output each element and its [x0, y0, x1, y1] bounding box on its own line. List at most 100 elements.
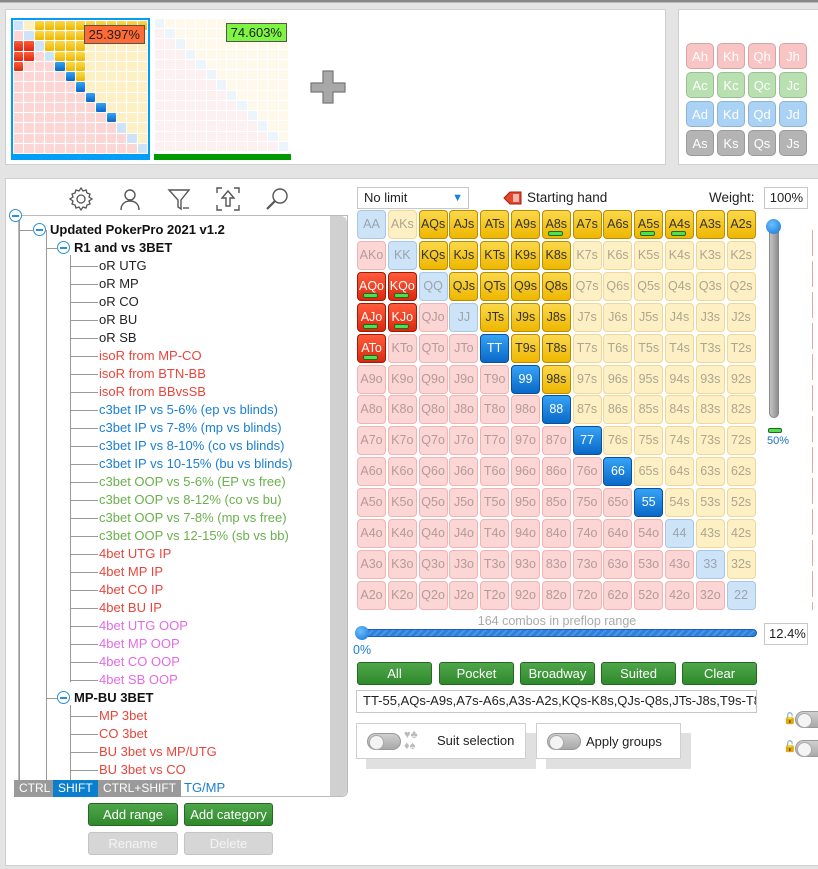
hand-cell-82s[interactable]: 82s [726, 395, 756, 425]
tree-item[interactable]: 4bet BU IP [99, 599, 162, 617]
tree-item[interactable]: c3bet IP vs 8-10% (co vs blinds) [99, 437, 284, 455]
card-button-Kh[interactable]: Kh [717, 43, 745, 69]
hand-cell-64o[interactable]: 64o [603, 519, 633, 548]
hand-cell-A4s[interactable]: A4s [665, 210, 694, 239]
hand-cell-QTs[interactable]: QTs [480, 271, 510, 301]
hand-cell-J6o[interactable]: J6o [449, 457, 479, 487]
card-button-Ah[interactable]: Ah [686, 43, 714, 69]
hand-cell-A8s[interactable]: A8s [541, 210, 571, 239]
hand-cell-K9o[interactable]: K9o [387, 364, 417, 394]
hand-cell-63s[interactable]: 63s [695, 457, 725, 487]
hand-cell-22[interactable]: 22 [726, 580, 756, 610]
hand-cell-76s[interactable]: 76s [603, 426, 633, 456]
hand-cell-J9s[interactable]: J9s [511, 302, 540, 332]
tree-item[interactable]: oR UTG [99, 257, 147, 275]
card-button-Kc[interactable]: Kc [717, 72, 745, 98]
hand-cell-K3s[interactable]: K3s [695, 240, 725, 270]
hand-cell-QJo[interactable]: QJo [418, 302, 448, 332]
hand-cell-J3o[interactable]: J3o [449, 549, 479, 579]
hand-cell-Q7o[interactable]: Q7o [418, 426, 448, 456]
hand-cell-96o[interactable]: 96o [511, 457, 540, 487]
hand-cell-87s[interactable]: 87s [572, 395, 602, 425]
hand-cell-Q3o[interactable]: Q3o [418, 549, 448, 579]
hand-cell-99[interactable]: 99 [511, 364, 540, 394]
hand-cell-J2o[interactable]: J2o [449, 580, 479, 610]
tree-root[interactable]: Updated PokerPro 2021 v1.2 [50, 221, 225, 239]
hand-cell-74o[interactable]: 74o [572, 519, 602, 548]
hand-cell-J3s[interactable]: J3s [695, 302, 725, 332]
card-button-Jc[interactable]: Jc [779, 72, 807, 98]
hand-cell-92s[interactable]: 92s [726, 364, 756, 394]
hand-cell-T2o[interactable]: T2o [480, 580, 510, 610]
hand-cell-A4o[interactable]: A4o [357, 519, 386, 548]
hand-cell-55[interactable]: 55 [634, 488, 664, 518]
hand-cell-AQo[interactable]: AQo [357, 271, 386, 301]
hand-cell-32o[interactable]: 32o [695, 580, 725, 610]
hand-cell-Q6s[interactable]: Q6s [603, 271, 633, 301]
hand-cell-83s[interactable]: 83s [695, 395, 725, 425]
hand-cell-85s[interactable]: 85s [634, 395, 664, 425]
hand-cell-KJs[interactable]: KJs [449, 240, 479, 270]
hand-cell-K7s[interactable]: K7s [572, 240, 602, 270]
hand-cell-J4o[interactable]: J4o [449, 519, 479, 548]
hand-cell-K6o[interactable]: K6o [387, 457, 417, 487]
range-tree[interactable]: TG/MP BU 3bet vs CO BU 3bet vs MP/UTG CO 3b… [18, 215, 348, 797]
hand-cell-K4o[interactable]: K4o [387, 519, 417, 548]
hand-cell-T8o[interactable]: T8o [480, 395, 510, 425]
hand-cell-44[interactable]: 44 [665, 519, 694, 548]
hand-cell-J7s[interactable]: J7s [572, 302, 602, 332]
hand-cell-T2s[interactable]: T2s [726, 333, 756, 363]
hand-cell-54o[interactable]: 54o [634, 519, 664, 548]
collapse-icon[interactable] [57, 241, 70, 254]
card-button-Ac[interactable]: Ac [686, 72, 714, 98]
hand-cell-42s[interactable]: 42s [726, 519, 756, 548]
hand-cell-Q3s[interactable]: Q3s [695, 271, 725, 301]
hand-cell-62o[interactable]: 62o [603, 580, 633, 610]
hand-cell-33[interactable]: 33 [695, 549, 725, 579]
hand-cell-94s[interactable]: 94s [665, 364, 694, 394]
collapse-icon[interactable] [57, 691, 70, 704]
hand-cell-J8s[interactable]: J8s [541, 302, 571, 332]
hand-cell-JTo[interactable]: JTo [449, 333, 479, 363]
lock-toggle[interactable] [795, 740, 818, 757]
tree-category[interactable]: R1 and vs 3BET [74, 239, 172, 257]
weight-input[interactable]: 100% [764, 187, 808, 209]
hand-cell-Q4s[interactable]: Q4s [665, 271, 694, 301]
hand-cell-A7o[interactable]: A7o [357, 426, 386, 456]
hand-cell-54s[interactable]: 54s [665, 488, 694, 518]
range-slider-handle[interactable] [355, 626, 369, 640]
card-button-Jh[interactable]: Jh [779, 43, 807, 69]
hand-cell-K3o[interactable]: K3o [387, 549, 417, 579]
card-button-Ks[interactable]: Ks [717, 130, 745, 156]
tree-item[interactable]: BU 3bet vs CO [99, 761, 186, 779]
hand-cell-93o[interactable]: 93o [511, 549, 540, 579]
tree-item[interactable]: c3bet IP vs 7-8% (mp vs blinds) [99, 419, 282, 437]
hand-cell-KJo[interactable]: KJo [387, 302, 417, 332]
hand-cell-86s[interactable]: 86s [603, 395, 633, 425]
hand-cell-J5o[interactable]: J5o [449, 488, 479, 518]
hand-cell-T6o[interactable]: T6o [480, 457, 510, 487]
suit-selection-option[interactable]: ♥♣ ♦♠ Suit selection [356, 723, 526, 759]
apply-groups-option[interactable]: Apply groups [536, 723, 681, 759]
hand-cell-Q2o[interactable]: Q2o [418, 580, 448, 610]
tree-item[interactable]: c3bet OOP vs 12-15% (sb vs bb) [99, 527, 289, 545]
hand-cell-T3o[interactable]: T3o [480, 549, 510, 579]
hand-cell-87o[interactable]: 87o [541, 426, 571, 456]
card-button-Jd[interactable]: Jd [779, 101, 807, 127]
hand-cell-86o[interactable]: 86o [541, 457, 571, 487]
hand-cell-94o[interactable]: 94o [511, 519, 540, 548]
range-thumbnail[interactable]: 25.397% [11, 18, 150, 160]
hand-cell-62s[interactable]: 62s [726, 457, 756, 487]
hand-cell-75s[interactable]: 75s [634, 426, 664, 456]
hand-cell-74s[interactable]: 74s [665, 426, 694, 456]
tree-item[interactable]: c3bet OOP vs 8-12% (co vs bu) [99, 491, 282, 509]
tree-item[interactable]: 4bet CO OOP [99, 653, 180, 671]
tree-scrollbar[interactable] [330, 216, 347, 796]
hand-cell-K2o[interactable]: K2o [387, 580, 417, 610]
hand-cell-32s[interactable]: 32s [726, 549, 756, 579]
collapse-icon[interactable] [33, 223, 46, 236]
tree-item[interactable]: c3bet IP vs 10-15% (bu vs blinds) [99, 455, 292, 473]
hand-cell-TT[interactable]: TT [480, 333, 510, 363]
weight-slider-handle[interactable] [766, 219, 781, 234]
hand-cell-63o[interactable]: 63o [603, 549, 633, 579]
